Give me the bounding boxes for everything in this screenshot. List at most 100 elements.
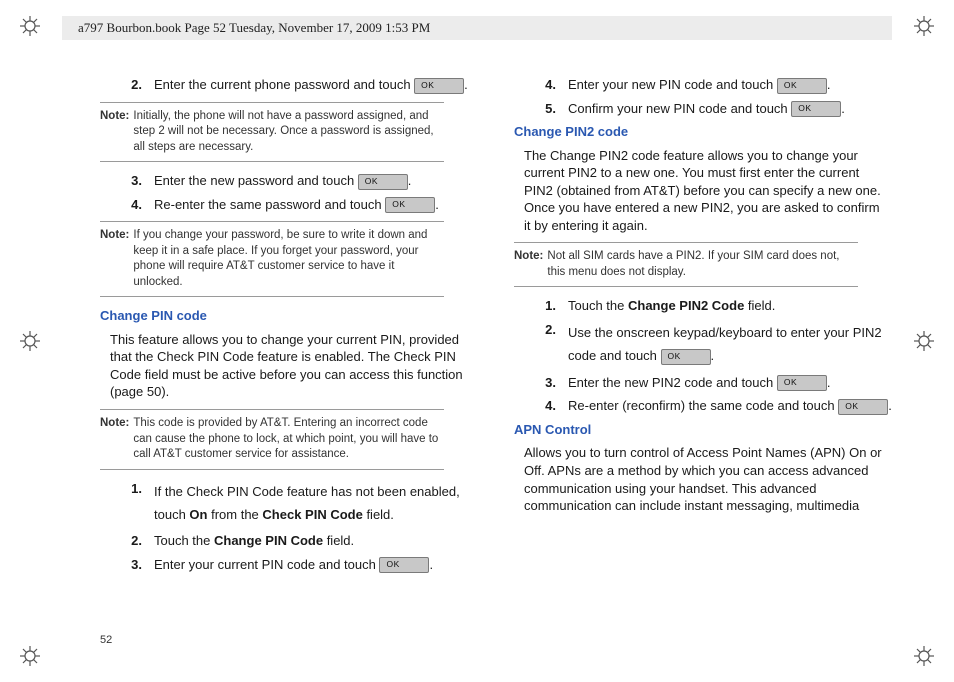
ok-button[interactable]: OK [791, 101, 841, 117]
text-run: from the [207, 507, 262, 522]
divider [100, 221, 444, 222]
list-item: 3. Enter the new password and touch OK. [100, 172, 480, 190]
list-number: 4. [100, 196, 154, 214]
list-body: Use the onscreen keypad/keyboard to ente… [568, 321, 894, 368]
list-item: 4. Enter your new PIN code and touch OK. [514, 76, 894, 94]
text-run: . [429, 557, 433, 572]
text-run: . [888, 398, 892, 413]
note-label: Note: [100, 416, 133, 463]
crop-mark-icon [18, 329, 42, 353]
text-run: Touch the [154, 533, 214, 548]
list-body: Enter the new password and touch OK. [154, 172, 480, 190]
list-body: Touch the Change PIN2 Code field. [568, 297, 894, 315]
list-item: 2. Use the onscreen keypad/keyboard to e… [514, 321, 894, 368]
text-run: Use the onscreen keypad/keyboard to ente… [568, 325, 882, 363]
text-run: Re-enter (reconfirm) the same code and t… [568, 398, 838, 413]
divider [100, 469, 444, 470]
text-run: . [841, 101, 845, 116]
divider [100, 161, 444, 162]
note-text: If you change your password, be sure to … [133, 228, 444, 290]
list-item: 4. Re-enter the same password and touch … [100, 196, 480, 214]
note-block: Note: Initially, the phone will not have… [100, 109, 444, 156]
list-number: 2. [514, 321, 568, 368]
bold-text: Check PIN Code [262, 507, 362, 522]
right-column: 4. Enter your new PIN code and touch OK.… [514, 72, 894, 622]
ok-button[interactable]: OK [414, 78, 464, 94]
list-number: 4. [514, 76, 568, 94]
ok-button[interactable]: OK [661, 349, 711, 365]
note-text: This code is provided by AT&T. Entering … [133, 416, 444, 463]
list-body: Enter the new PIN2 code and touch OK. [568, 374, 894, 392]
list-number: 5. [514, 100, 568, 118]
bold-text: Change PIN2 Code [628, 298, 744, 313]
note-block: Note: If you change your password, be su… [100, 228, 444, 290]
list-body: Enter the current phone password and tou… [154, 76, 480, 94]
divider [514, 286, 858, 287]
text-run: . [711, 348, 715, 363]
section-heading-apn-control: APN Control [514, 421, 894, 439]
text-run: Enter the new password and touch [154, 173, 358, 188]
text-run: . [408, 173, 412, 188]
list-number: 2. [100, 76, 154, 94]
text-run: Enter the new PIN2 code and touch [568, 375, 777, 390]
page-number: 52 [100, 634, 112, 646]
list-number: 1. [514, 297, 568, 315]
ok-button[interactable]: OK [777, 78, 827, 94]
list-body: Confirm your new PIN code and touch OK. [568, 100, 894, 118]
list-item: 3. Enter the new PIN2 code and touch OK. [514, 374, 894, 392]
list-number: 3. [100, 172, 154, 190]
list-number: 3. [100, 556, 154, 574]
list-item: 4. Re-enter (reconfirm) the same code an… [514, 397, 894, 415]
list-number: 4. [514, 397, 568, 415]
text-run: Enter your current PIN code and touch [154, 557, 379, 572]
crop-mark-icon [912, 14, 936, 38]
bold-text: On [189, 507, 207, 522]
text-run: . [435, 197, 439, 212]
list-number: 2. [100, 532, 154, 550]
ok-button[interactable]: OK [379, 557, 429, 573]
page-header-banner: a797 Bourbon.book Page 52 Tuesday, Novem… [62, 16, 892, 40]
text-run: Confirm your new PIN code and touch [568, 101, 791, 116]
paragraph: The Change PIN2 code feature allows you … [524, 147, 888, 235]
note-text: Not all SIM cards have a PIN2. If your S… [547, 249, 858, 280]
list-body: Re-enter (reconfirm) the same code and t… [568, 397, 894, 415]
page-header-text: a797 Bourbon.book Page 52 Tuesday, Novem… [78, 20, 430, 36]
list-body: Enter your new PIN code and touch OK. [568, 76, 894, 94]
page-content: 2. Enter the current phone password and … [100, 72, 894, 622]
list-item: 2. Enter the current phone password and … [100, 76, 480, 94]
list-body: Enter your current PIN code and touch OK… [154, 556, 480, 574]
list-item: 2. Touch the Change PIN Code field. [100, 532, 480, 550]
crop-mark-icon [18, 14, 42, 38]
ok-button[interactable]: OK [358, 174, 408, 190]
section-heading-change-pin2: Change PIN2 code [514, 123, 894, 141]
text-run: Re-enter the same password and touch [154, 197, 385, 212]
list-body: If the Check PIN Code feature has not be… [154, 480, 480, 527]
crop-mark-icon [912, 644, 936, 668]
ok-button[interactable]: OK [838, 399, 888, 415]
bold-text: Change PIN Code [214, 533, 323, 548]
ok-button[interactable]: OK [385, 197, 435, 213]
paragraph: Allows you to turn control of Access Poi… [524, 444, 888, 514]
list-item: 1. If the Check PIN Code feature has not… [100, 480, 480, 527]
note-label: Note: [100, 109, 133, 156]
text-run: Touch the [568, 298, 628, 313]
crop-mark-icon [18, 644, 42, 668]
section-heading-change-pin: Change PIN code [100, 307, 480, 325]
text-run: . [464, 77, 468, 92]
paragraph: This feature allows you to change your c… [110, 331, 474, 401]
list-number: 1. [100, 480, 154, 527]
text-run: Enter the current phone password and tou… [154, 77, 414, 92]
divider [100, 409, 444, 410]
list-item: 1. Touch the Change PIN2 Code field. [514, 297, 894, 315]
ok-button[interactable]: OK [777, 375, 827, 391]
note-block: Note: This code is provided by AT&T. Ent… [100, 416, 444, 463]
text-run: . [827, 77, 831, 92]
note-text: Initially, the phone will not have a pas… [133, 109, 444, 156]
note-label: Note: [514, 249, 547, 280]
divider [100, 296, 444, 297]
crop-mark-icon [912, 329, 936, 353]
note-label: Note: [100, 228, 133, 290]
note-block: Note: Not all SIM cards have a PIN2. If … [514, 249, 858, 280]
text-run: field. [363, 507, 394, 522]
list-number: 3. [514, 374, 568, 392]
